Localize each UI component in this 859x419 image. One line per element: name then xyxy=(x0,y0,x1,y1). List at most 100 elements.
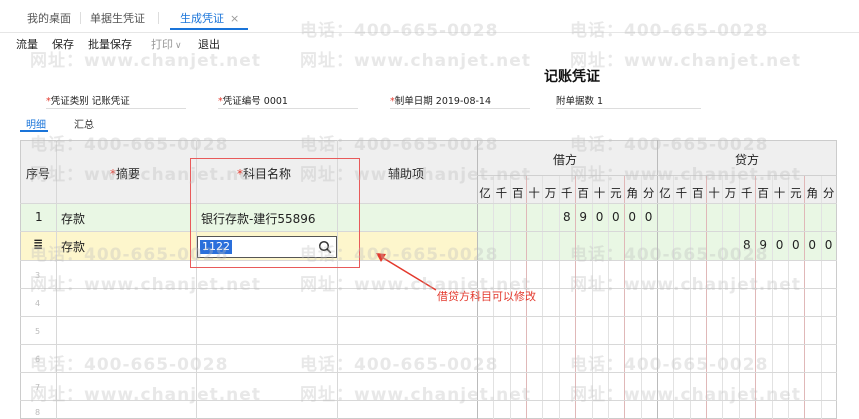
grid-col-line xyxy=(56,140,57,419)
unit-header-credit-1: 千 xyxy=(675,186,688,200)
digit-column-line xyxy=(787,176,789,419)
amount-digit[interactable]: 0 xyxy=(804,238,820,252)
attachments-value: 1 xyxy=(597,96,604,107)
amount-digit[interactable]: 8 xyxy=(559,210,575,224)
voucher-type-value: 记账凭证 xyxy=(91,96,130,107)
amount-digit[interactable]: 0 xyxy=(821,238,837,252)
digit-column-line xyxy=(804,176,806,419)
unit-header-credit-8: 元 xyxy=(790,186,802,200)
digit-column-line xyxy=(738,176,740,419)
header-debit: 借方 xyxy=(553,153,578,167)
grid-col-line xyxy=(657,140,658,419)
unit-header-credit-4: 万 xyxy=(724,186,737,200)
field-underline xyxy=(390,108,530,109)
unit-header-credit-6: 百 xyxy=(757,186,769,200)
toolbar: 流量 保存 批量保存 打印 ∨ 退出 xyxy=(0,32,859,54)
unit-header-credit-10: 分 xyxy=(822,186,835,200)
active-subtab-indicator xyxy=(20,130,48,132)
grid-row-line xyxy=(20,231,837,232)
voucher-number-value: 0001 xyxy=(263,96,288,107)
save-button[interactable]: 保存 xyxy=(52,36,74,52)
grid-col-line xyxy=(477,140,478,419)
voucher-date-field[interactable]: *制单日期 2019-08-14 xyxy=(390,93,491,107)
close-icon[interactable]: × xyxy=(230,12,239,25)
header-aux: 辅助项 xyxy=(388,167,425,181)
header-credit: 贷方 xyxy=(735,153,760,167)
unit-header-credit-7: 十 xyxy=(773,186,786,200)
voucher-number-field[interactable]: *凭证编号 0001 xyxy=(218,93,288,107)
digit-column-line xyxy=(771,176,773,419)
tab-detail[interactable]: 明细 xyxy=(26,116,46,131)
print-button[interactable]: 打印 ∨ xyxy=(151,36,182,52)
print-label: 打印 xyxy=(151,38,173,51)
voucher-title: 记账凭证 xyxy=(544,69,600,85)
row-summary[interactable]: 存款 xyxy=(61,238,85,255)
digit-column-line xyxy=(706,176,708,419)
row-seq: 1 xyxy=(35,210,43,224)
amount-digit[interactable]: 0 xyxy=(624,210,640,224)
grid-row-line xyxy=(20,203,837,204)
field-underline xyxy=(218,108,358,109)
attachments-label: 附单据数 xyxy=(556,96,595,107)
tab-bill-to-voucher[interactable]: 单据生凭证 xyxy=(90,10,145,26)
empty-row-number: 6 xyxy=(35,355,41,364)
amount-digit[interactable]: 0 xyxy=(608,210,624,224)
attachments-field[interactable]: 附单据数 1 xyxy=(556,93,603,107)
arrow-icon xyxy=(376,253,437,291)
tab-divider xyxy=(158,12,159,24)
amount-digit[interactable]: 0 xyxy=(788,238,804,252)
batch-save-button[interactable]: 批量保存 xyxy=(88,36,132,52)
amount-digit[interactable]: 0 xyxy=(592,210,608,224)
empty-row-number: 4 xyxy=(35,299,41,308)
tab-divider xyxy=(80,12,81,24)
unit-header-debit-4: 万 xyxy=(544,186,557,200)
unit-header-debit-7: 十 xyxy=(593,186,606,200)
unit-header-credit-9: 角 xyxy=(806,186,818,200)
amount-digit[interactable]: 9 xyxy=(575,210,591,224)
unit-header-debit-8: 元 xyxy=(610,186,622,200)
empty-row-number: 3 xyxy=(35,271,41,280)
header-summary: *摘要 xyxy=(110,165,140,182)
digit-column-line xyxy=(722,176,724,419)
grid-row-line xyxy=(20,400,837,401)
unit-header-debit-3: 十 xyxy=(528,186,540,200)
header-seq: 序号 xyxy=(26,167,51,181)
amount-digit[interactable]: 0 xyxy=(772,238,788,252)
unit-header-debit-10: 分 xyxy=(642,186,655,200)
grid-row-line xyxy=(20,316,837,317)
unit-header-credit-0: 亿 xyxy=(659,186,671,200)
header-summary-label: 摘要 xyxy=(116,167,141,181)
unit-header-debit-0: 亿 xyxy=(479,186,491,200)
voucher-date-label: 制单日期 xyxy=(394,96,433,107)
voucher-number-label: 凭证编号 xyxy=(222,96,261,107)
exit-button[interactable]: 退出 xyxy=(198,36,220,52)
grid-row-line xyxy=(20,344,837,345)
row-summary[interactable]: 存款 xyxy=(61,210,85,227)
voucher-type-label: 凭证类别 xyxy=(50,96,89,107)
amount-digit[interactable]: 0 xyxy=(641,210,657,224)
digit-column-line xyxy=(689,176,691,419)
unit-header-credit-5: 千 xyxy=(741,186,753,200)
digit-column-line xyxy=(542,176,544,419)
voucher-type-field[interactable]: *凭证类别 记账凭证 xyxy=(46,93,130,107)
grid-header-divider xyxy=(477,175,837,176)
flow-button[interactable]: 流量 xyxy=(16,36,38,52)
tab-my-desktop[interactable]: 我的桌面 xyxy=(27,10,71,26)
field-underline xyxy=(46,108,186,109)
unit-header-debit-6: 百 xyxy=(577,186,589,200)
empty-row-number: 5 xyxy=(35,327,41,336)
empty-row-number: 7 xyxy=(35,383,41,392)
drag-handle-icon[interactable]: ≣ xyxy=(33,237,43,251)
field-underline xyxy=(556,108,701,109)
tab-summary[interactable]: 汇总 xyxy=(74,116,94,131)
unit-header-credit-2: 百 xyxy=(691,186,704,200)
empty-row-number: 8 xyxy=(35,408,41,417)
amount-digit[interactable]: 9 xyxy=(755,238,771,252)
amount-digit[interactable]: 8 xyxy=(739,238,755,252)
unit-header-debit-5: 千 xyxy=(561,186,573,200)
unit-header-debit-2: 百 xyxy=(511,186,524,200)
tab-generate-voucher[interactable]: 生成凭证 × xyxy=(180,10,239,26)
unit-header-debit-9: 角 xyxy=(626,186,638,200)
tab-generate-voucher-label: 生成凭证 xyxy=(180,12,224,25)
annotation-text: 借贷方科目可以修改 xyxy=(437,290,536,303)
